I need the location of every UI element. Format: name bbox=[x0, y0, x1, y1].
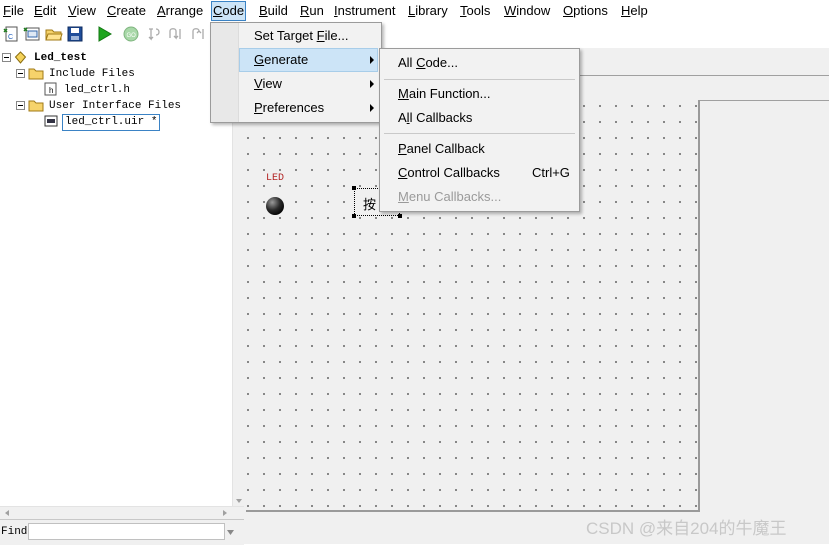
menu-separator bbox=[384, 133, 575, 134]
uir-file-icon bbox=[44, 115, 58, 127]
menu-item-label: Menu Callbacks... bbox=[398, 189, 502, 204]
run-icon[interactable] bbox=[95, 25, 113, 43]
tab-divider bbox=[580, 75, 829, 76]
menu-create[interactable]: Create bbox=[106, 2, 147, 20]
menu-edit[interactable]: Edit bbox=[33, 2, 57, 20]
generate-menu-item-panel-callback[interactable]: Panel Callback bbox=[382, 138, 577, 160]
menu-view[interactable]: View bbox=[67, 2, 97, 20]
tree-horizontal-scrollbar[interactable] bbox=[0, 506, 244, 520]
step-out-icon bbox=[192, 28, 204, 39]
folder-icon bbox=[28, 100, 44, 112]
menu-code[interactable]: Code bbox=[211, 1, 247, 21]
scroll-right-arrow-icon[interactable] bbox=[220, 508, 230, 518]
led-label: LED bbox=[266, 173, 285, 184]
find-bar: Find bbox=[0, 519, 244, 545]
led-indicator[interactable] bbox=[266, 197, 284, 215]
folder-icon bbox=[28, 68, 44, 80]
resize-handle[interactable] bbox=[352, 214, 356, 218]
submenu-arrow-icon bbox=[370, 56, 374, 64]
code-menu-item-generate[interactable]: Generate bbox=[239, 48, 378, 72]
menu-item-shortcut: Ctrl+G bbox=[532, 165, 570, 180]
project-tree: Led_test Include Files h led_ctrl.h User… bbox=[0, 48, 232, 512]
tree-include-folder[interactable]: Include Files bbox=[49, 68, 135, 81]
resize-handle[interactable] bbox=[398, 214, 402, 218]
code-menu-item-set-target-file[interactable]: Set Target File... bbox=[240, 25, 377, 47]
generate-menu-item-all-code[interactable]: All Code... bbox=[382, 52, 577, 74]
resize-handle[interactable] bbox=[352, 186, 356, 190]
go-icon: GO bbox=[123, 26, 139, 42]
header-file-icon: h bbox=[44, 82, 57, 96]
menu-item-label: Set Target File... bbox=[254, 28, 349, 43]
collapse-toggle-icon[interactable] bbox=[2, 53, 11, 62]
collapse-toggle-icon[interactable] bbox=[16, 69, 25, 78]
generate-menu-item-all-callbacks[interactable]: All Callbacks bbox=[382, 107, 577, 129]
tree-ui-folder[interactable]: User Interface Files bbox=[49, 100, 181, 113]
find-label: Find bbox=[1, 526, 28, 538]
menu-file[interactable]: File bbox=[2, 2, 25, 20]
menu-icon-gutter bbox=[211, 23, 239, 122]
menu-options[interactable]: Options bbox=[562, 2, 609, 20]
svg-text:GO: GO bbox=[127, 33, 137, 39]
toolbar: C GO bbox=[0, 21, 829, 49]
menu-item-label: View bbox=[254, 76, 282, 91]
scroll-down-arrow-icon[interactable] bbox=[234, 496, 244, 506]
tree-ui-file[interactable]: led_ctrl.uir * bbox=[62, 114, 161, 131]
menu-arrange[interactable]: Arrange bbox=[156, 2, 204, 20]
svg-text:h: h bbox=[49, 86, 53, 95]
menu-item-label: Control Callbacks bbox=[398, 165, 500, 180]
code-menu-item-preferences[interactable]: Preferences bbox=[240, 97, 377, 119]
submenu-arrow-icon bbox=[370, 104, 374, 112]
menu-item-label: Main Function... bbox=[398, 86, 491, 101]
new-file-icon[interactable]: C bbox=[2, 25, 20, 43]
tree-project-name[interactable]: Led_test bbox=[34, 52, 87, 65]
svg-text:C: C bbox=[8, 34, 13, 41]
generate-submenu: All Code... Main Function... All Callbacks… bbox=[379, 48, 580, 212]
menu-run[interactable]: Run bbox=[299, 2, 325, 20]
save-icon[interactable] bbox=[66, 25, 84, 43]
menu-item-label: Preferences bbox=[254, 100, 325, 115]
open-folder-icon[interactable] bbox=[45, 25, 63, 43]
new-uir-icon[interactable] bbox=[23, 25, 41, 43]
tree-include-file[interactable]: led_ctrl.h bbox=[64, 84, 130, 97]
collapse-toggle-icon[interactable] bbox=[16, 101, 25, 110]
generate-menu-item-main-function[interactable]: Main Function... bbox=[382, 83, 577, 105]
menu-bar: File Edit View Create Arrange Code Build Run Ins… bbox=[0, 0, 829, 21]
code-menu: Set Target File... Generate View Preference… bbox=[210, 22, 382, 123]
code-menu-item-view[interactable]: View bbox=[240, 73, 377, 95]
project-icon bbox=[14, 51, 27, 64]
scroll-left-arrow-icon[interactable] bbox=[2, 508, 12, 518]
watermark: CSDN @来自204的牛魔王 bbox=[586, 519, 787, 538]
menu-library[interactable]: Library bbox=[407, 2, 449, 20]
find-input[interactable] bbox=[28, 523, 225, 540]
menu-item-label: Generate bbox=[254, 52, 309, 67]
find-dropdown-icon[interactable] bbox=[226, 528, 235, 537]
menu-window[interactable]: Window bbox=[503, 2, 551, 20]
menu-help[interactable]: Help bbox=[620, 2, 649, 20]
menu-item-label: All Code... bbox=[398, 55, 458, 70]
menu-tools[interactable]: Tools bbox=[459, 2, 491, 20]
command-button-label: 按 bbox=[363, 197, 377, 212]
step-into-icon bbox=[148, 28, 160, 41]
step-over-icon bbox=[169, 28, 181, 40]
menu-instrument[interactable]: Instrument bbox=[333, 2, 396, 20]
menu-item-label: Panel Callback bbox=[398, 141, 485, 156]
generate-menu-item-menu-callbacks: Menu Callbacks... bbox=[382, 186, 577, 208]
menu-separator bbox=[384, 79, 575, 80]
menu-build[interactable]: Build bbox=[258, 2, 289, 20]
generate-menu-item-control-callbacks[interactable]: Control Callbacks Ctrl+G bbox=[382, 162, 577, 184]
submenu-arrow-icon bbox=[370, 80, 374, 88]
menu-item-label: All Callbacks bbox=[398, 110, 473, 125]
